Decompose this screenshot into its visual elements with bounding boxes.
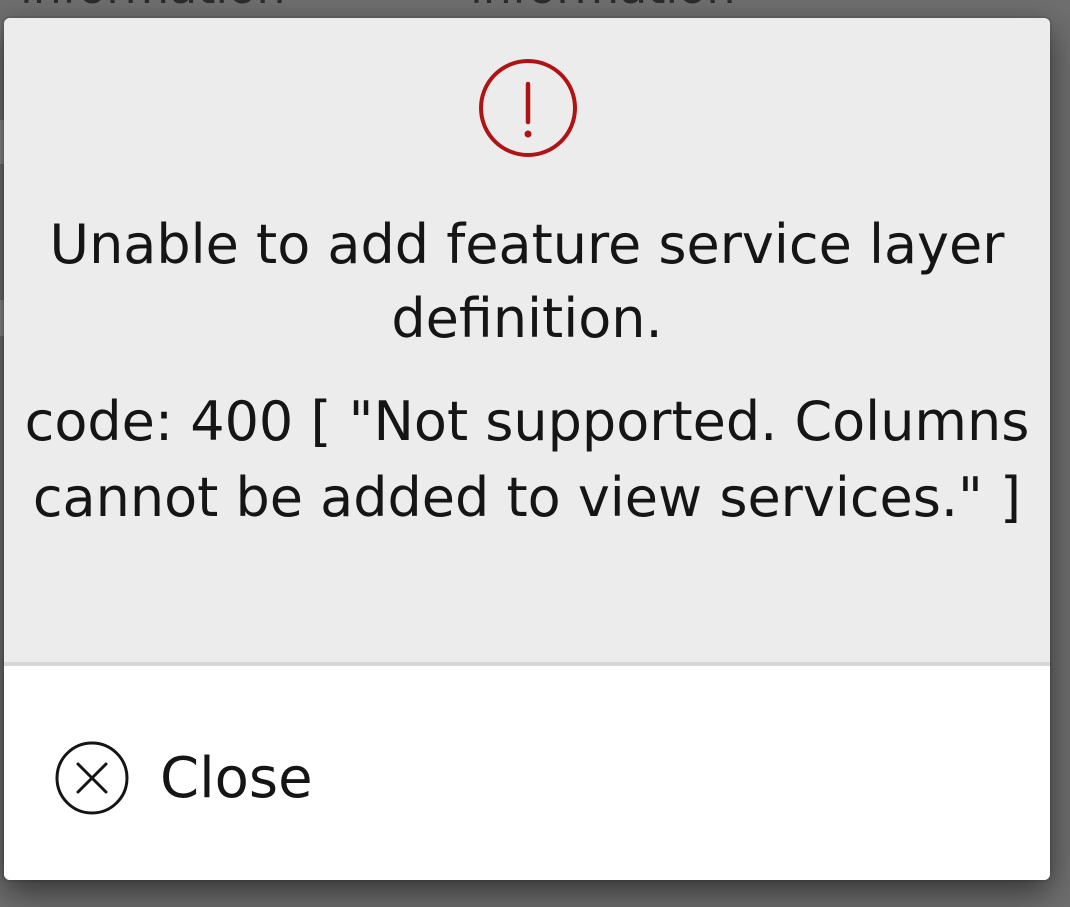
dialog-content: Unable to add feature service layer defi… [4, 18, 1050, 662]
background-text-left: information [20, 0, 286, 14]
dialog-footer: Close [4, 666, 1050, 880]
close-icon [55, 741, 129, 815]
close-button-label: Close [160, 745, 313, 811]
error-detail: code: 400 [ "Not supported. Columns cann… [24, 390, 1030, 529]
background-text-right: information [470, 0, 736, 14]
error-title: Unable to add feature service layer defi… [49, 213, 1005, 350]
error-dialog: Unable to add feature service layer defi… [4, 18, 1050, 880]
close-button[interactable]: Close [54, 738, 313, 818]
exclamation-circle-icon [479, 59, 577, 157]
